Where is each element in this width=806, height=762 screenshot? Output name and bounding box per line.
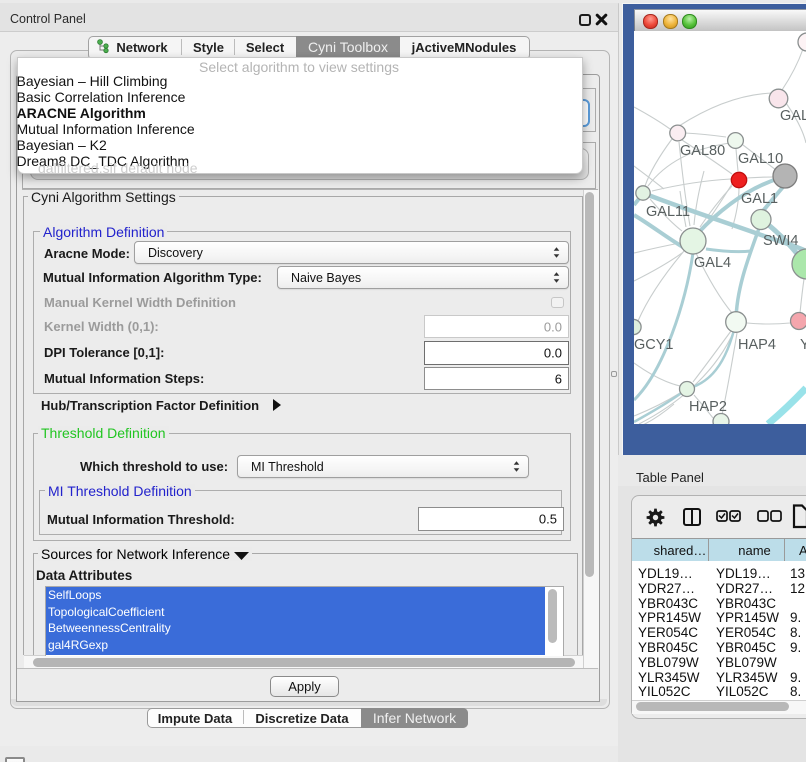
svg-text:Y: Y: [800, 337, 806, 353]
svg-text:GAL1: GAL1: [741, 191, 778, 207]
svg-text:GAL80: GAL80: [680, 143, 725, 159]
svg-text:HAP4: HAP4: [738, 337, 776, 353]
svg-text:SWI4: SWI4: [763, 233, 798, 249]
svg-text:GAL10: GAL10: [738, 151, 783, 167]
svg-text:GAL: GAL: [780, 108, 806, 124]
svg-text:GCY1: GCY1: [634, 337, 674, 353]
svg-text:GAL4: GAL4: [694, 255, 731, 271]
svg-text:HAP2: HAP2: [689, 399, 727, 415]
svg-text:GAL11: GAL11: [646, 204, 690, 220]
